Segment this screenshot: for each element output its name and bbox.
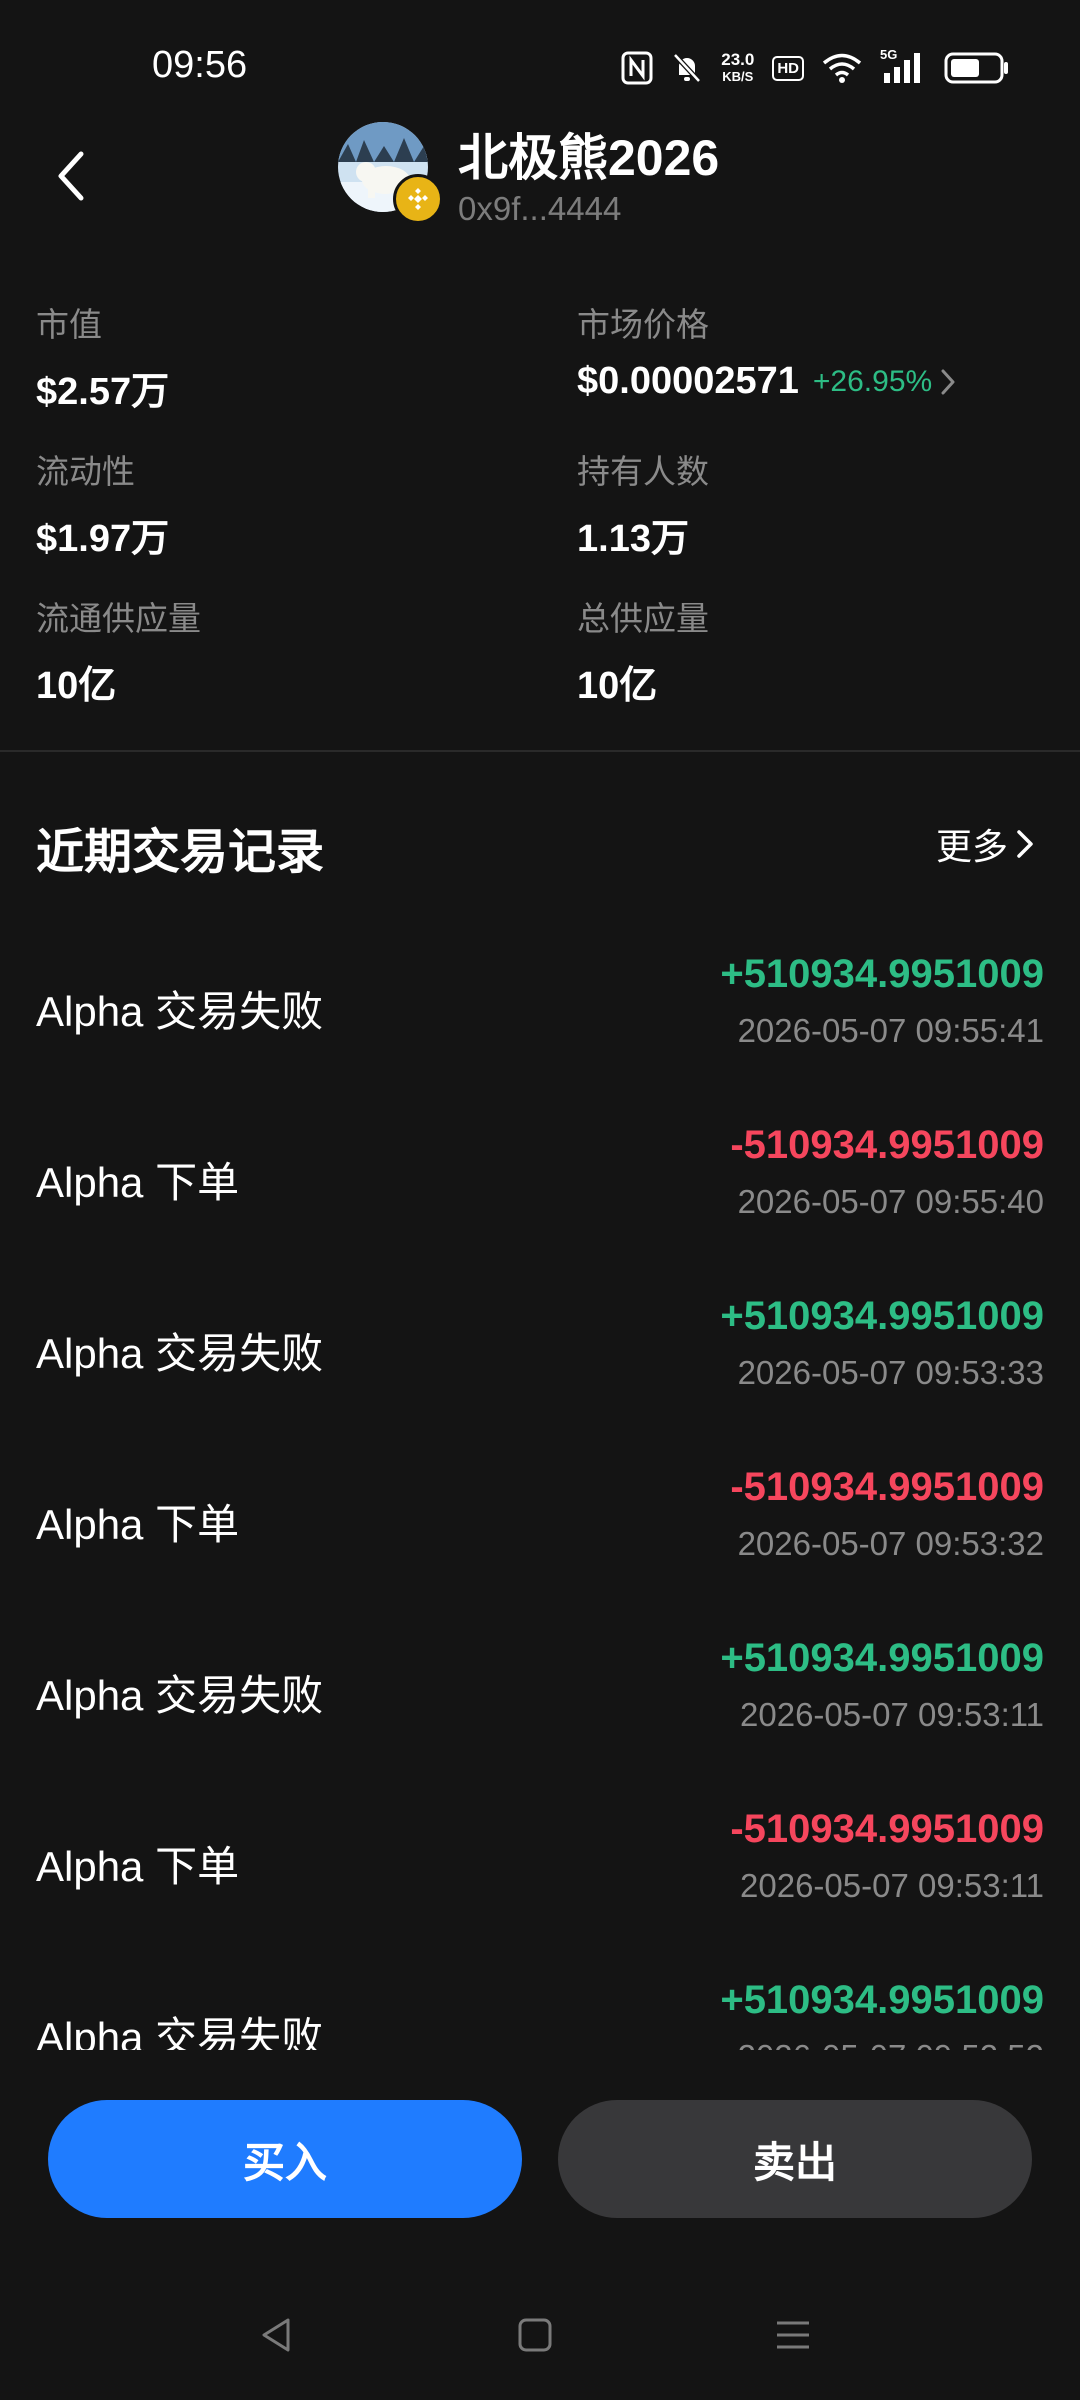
- trade-title: Alpha 交易失败: [36, 1330, 324, 1377]
- buy-button[interactable]: 买入: [48, 2100, 522, 2218]
- trade-list[interactable]: Alpha 交易失败 +510934.9951009 2026-05-07 09…: [0, 920, 1080, 2050]
- chevron-right-icon: [1017, 830, 1033, 858]
- trade-time: 2026-05-07 09:55:40: [737, 1183, 1044, 1220]
- stat-label: 流动性: [36, 453, 135, 490]
- token-address[interactable]: 0x9f...4444: [458, 190, 621, 228]
- recent-trades-title: 近期交易记录: [36, 826, 325, 879]
- nav-menu-button[interactable]: [763, 2310, 823, 2360]
- square-home-icon: [518, 2318, 552, 2352]
- trade-title: Alpha 交易失败: [36, 988, 324, 1035]
- back-button[interactable]: [40, 140, 100, 212]
- trade-title: Alpha 下单: [36, 1501, 240, 1548]
- trade-time: 2026-05-07 09:53:33: [737, 1354, 1044, 1391]
- nfc-icon: [621, 51, 653, 85]
- trade-time: 2026-05-07 09:55:41: [737, 1012, 1044, 1049]
- stat-liquidity: 流动性 $1.97万: [36, 445, 516, 562]
- status-time: 09:56: [152, 44, 248, 86]
- section-divider: [0, 750, 1080, 752]
- chevron-right-icon: [940, 368, 956, 396]
- trade-title: Alpha 交易失败: [36, 1672, 324, 1719]
- trade-title: Alpha 下单: [36, 1159, 240, 1206]
- trade-amount: -510934.9951009: [730, 1807, 1044, 1851]
- stat-label: 持有人数: [577, 453, 709, 490]
- trade-time: 2026-05-07 09:52:52: [738, 2038, 1044, 2050]
- stat-label: 市场价格: [577, 306, 709, 343]
- system-nav-bar: [0, 2290, 1080, 2380]
- trade-amount: +510934.9951009: [720, 1978, 1044, 2022]
- trade-time: 2026-05-07 09:53:11: [740, 1696, 1044, 1733]
- nav-home-button[interactable]: [505, 2310, 565, 2360]
- trade-amount: -510934.9951009: [730, 1465, 1044, 1509]
- trade-time: 2026-05-07 09:53:32: [737, 1525, 1044, 1562]
- net-speed-unit: KB/S: [722, 69, 754, 84]
- trade-row[interactable]: Alpha 交易失败 +510934.9951009 2026-05-07 09…: [0, 1262, 1080, 1433]
- trade-row[interactable]: Alpha 交易失败 +510934.9951009 2026-05-07 09…: [0, 1946, 1080, 2050]
- status-bar: 09:56 23.0 KB/S HD 5G: [0, 0, 1080, 130]
- sell-button[interactable]: 卖出: [558, 2100, 1032, 2218]
- token-avatar: [338, 122, 443, 224]
- chevron-left-icon: [58, 151, 84, 201]
- battery-icon: [944, 52, 1010, 84]
- stat-label: 市值: [36, 306, 102, 343]
- net-speed-value: 23.0: [721, 50, 755, 69]
- trade-title: Alpha 交易失败: [36, 2014, 324, 2050]
- trade-row[interactable]: Alpha 下单 -510934.9951009 2026-05-07 09:5…: [0, 1091, 1080, 1262]
- trade-amount: -510934.9951009: [730, 1123, 1044, 1167]
- trade-amount: +510934.9951009: [720, 1636, 1044, 1680]
- stat-value-row: $0.00002571 +26.95%: [577, 360, 1057, 403]
- stat-label: 流通供应量: [36, 600, 201, 637]
- trade-row[interactable]: Alpha 交易失败 +510934.9951009 2026-05-07 09…: [0, 1604, 1080, 1775]
- stat-circulating-supply: 流通供应量 10亿: [36, 592, 516, 709]
- trade-amount: +510934.9951009: [720, 952, 1044, 996]
- price-value: $0.00002571: [577, 360, 799, 402]
- more-link[interactable]: 更多: [936, 818, 1034, 870]
- mute-bell-icon: [671, 51, 703, 85]
- stat-holders: 持有人数 1.13万: [577, 445, 1057, 562]
- triangle-back-icon: [262, 2318, 290, 2352]
- trade-time: 2026-05-07 09:53:11: [740, 1867, 1044, 1904]
- stat-value: $1.97万: [36, 518, 170, 560]
- price-change: +26.95%: [812, 364, 933, 398]
- bnb-chain-badge-icon: [393, 174, 443, 224]
- trade-title: Alpha 下单: [36, 1843, 240, 1890]
- trade-amount: +510934.9951009: [720, 1294, 1044, 1338]
- network-type-label: 5G: [880, 47, 898, 62]
- hd-icon: HD: [772, 55, 804, 81]
- net-speed: 23.0 KB/S: [721, 51, 754, 85]
- menu-lines-icon: [777, 2321, 809, 2349]
- wifi-icon: [822, 52, 862, 84]
- trade-row[interactable]: Alpha 下单 -510934.9951009 2026-05-07 09:5…: [0, 1433, 1080, 1604]
- token-name: 北极熊2026: [458, 130, 720, 186]
- status-icons: 23.0 KB/S HD 5G: [621, 47, 1010, 88]
- trade-row[interactable]: Alpha 下单 -510934.9951009 2026-05-07 09:5…: [0, 1775, 1080, 1946]
- nav-back-button[interactable]: [246, 2310, 306, 2360]
- stat-market-price[interactable]: 市场价格 $0.00002571 +26.95%: [577, 298, 1057, 403]
- stat-label: 总供应量: [577, 600, 709, 637]
- stat-market-cap: 市值 $2.57万: [36, 298, 516, 415]
- stat-value: 1.13万: [577, 518, 689, 560]
- stat-total-supply: 总供应量 10亿: [577, 592, 1057, 709]
- more-label: 更多: [935, 826, 1008, 867]
- trade-row[interactable]: Alpha 交易失败 +510934.9951009 2026-05-07 09…: [0, 920, 1080, 1091]
- cellular-signal-icon: 5G: [880, 47, 926, 85]
- stat-value: 10亿: [36, 665, 117, 707]
- stat-value: 10亿: [577, 665, 658, 707]
- stat-value: $2.57万: [36, 371, 170, 413]
